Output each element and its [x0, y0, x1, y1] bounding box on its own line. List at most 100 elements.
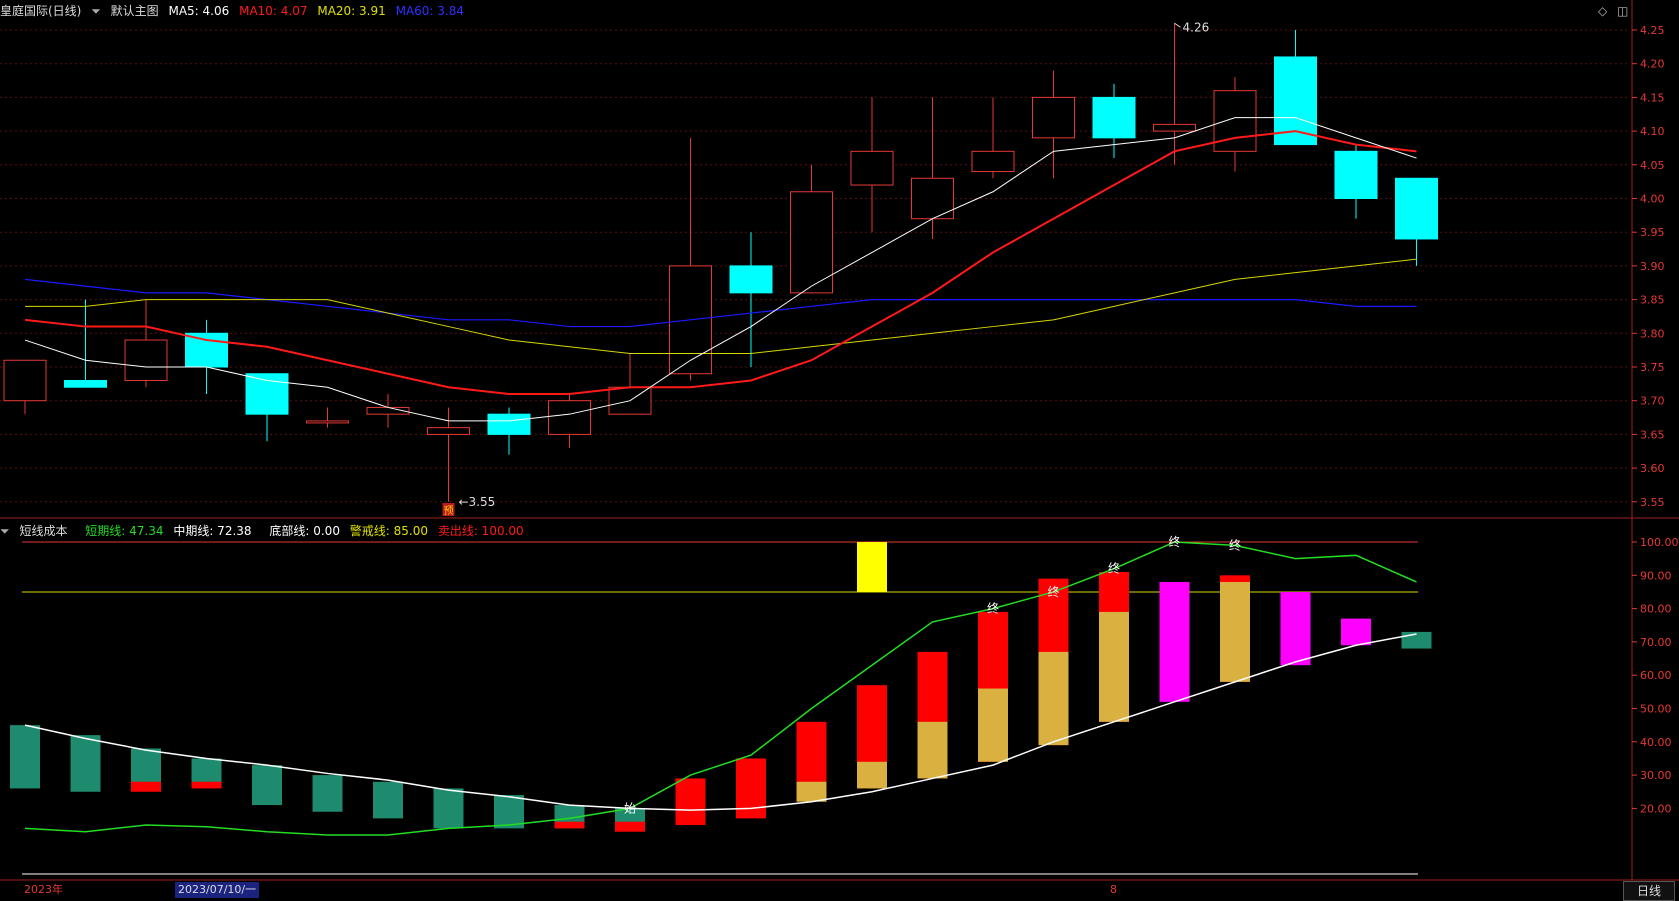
candlestick [1274, 30, 1317, 146]
candlestick [850, 97, 894, 233]
stock-title[interactable]: 皇庭国际(日线) [0, 4, 81, 18]
low-price-annotation: ←3.55 [459, 495, 496, 509]
price-tick-label: 3.55 [1640, 496, 1665, 509]
period-tab-daily[interactable]: 日线 [1623, 881, 1675, 901]
indicator-tick-label: 20.00 [1640, 802, 1672, 815]
indicator-tick-label: 40.00 [1640, 736, 1672, 749]
ma20-line [25, 258, 1417, 355]
candlestick [790, 164, 833, 294]
indicator-menu-icon[interactable]: ⏷ [0, 524, 10, 538]
template-label[interactable]: 默认主图 [111, 4, 159, 18]
cost-bar-overlay [1220, 581, 1250, 682]
indicator-tick-label: 90.00 [1640, 569, 1672, 582]
signal-marker: 终 [1108, 561, 1120, 576]
chart-canvas[interactable]: 4.25 4.20 4.15 4.10 4.05 4.00 3.95 3.90 3.85 3.80… [0, 0, 1679, 901]
cost-bar [191, 758, 222, 786]
cost-bar-overlay [796, 781, 827, 802]
indicator-tick-label: 70.00 [1640, 636, 1672, 649]
indicator-tick-label: 100.00 [1640, 536, 1679, 549]
pre-marker-label: 预 [444, 505, 454, 517]
candle-body-down [1092, 96, 1136, 139]
window-toggle-icon[interactable]: ◫ [1617, 4, 1628, 18]
main-chart-header: 皇庭国际(日线) ⏷ 默认主图 MA5: 4.06 MA10: 4.07 MA2… [0, 1, 470, 21]
warn-signal-block [857, 542, 887, 592]
cost-bar-overlay [978, 688, 1008, 762]
candlestick [185, 319, 228, 394]
price-tick-label: 3.65 [1640, 428, 1665, 441]
candlestick [1395, 177, 1438, 266]
candlestick [124, 299, 168, 388]
candlestick [1092, 83, 1136, 159]
cost-bar [1280, 591, 1311, 666]
cost-bar-overlay [554, 821, 585, 829]
candlestick [306, 407, 349, 428]
price-tick-label: 3.75 [1640, 361, 1665, 374]
candlestick [3, 359, 47, 415]
candle-body-up [1213, 90, 1257, 152]
candle-body-up [124, 339, 168, 381]
candle-body-down [487, 413, 531, 435]
cost-bar [131, 748, 161, 786]
candle-body-up [306, 420, 349, 424]
indicator-tick-label: 30.00 [1640, 769, 1672, 782]
candle-body-up [1032, 96, 1075, 139]
cost-bar [312, 775, 343, 812]
candlestick [1032, 70, 1075, 179]
cost-bar-overlay [917, 721, 948, 779]
cost-bar-overlay [191, 781, 222, 789]
candlestick [1153, 23, 1196, 165]
candle-body-up [850, 150, 894, 186]
candle-body-down [1334, 150, 1378, 200]
ma20-label: MA20: 3.91 [317, 4, 386, 18]
candle-body-up [971, 150, 1015, 173]
price-tick-label: 4.25 [1640, 24, 1665, 37]
candle-body-up [3, 359, 47, 402]
candlestick [548, 393, 591, 448]
candlestick [427, 407, 470, 502]
cost-bar [796, 721, 827, 792]
candlestick [1334, 144, 1378, 219]
price-tick-label: 4.10 [1640, 125, 1665, 138]
short-term-line [24, 541, 1417, 836]
warn-line-label: 警戒线: 85.00 [349, 524, 428, 538]
cost-bar [1159, 581, 1190, 702]
sell-line-label: 卖出线: 100.00 [437, 524, 524, 538]
ma10-line [24, 130, 1417, 395]
price-tick-label: 3.60 [1640, 462, 1665, 475]
candlestick [971, 97, 1015, 179]
diamond-icon[interactable]: ◇ [1598, 4, 1607, 18]
stock-chart-window: 4.25 4.20 4.15 4.10 4.05 4.00 3.95 3.90 3.85 3.80… [0, 0, 1679, 901]
candlestick [669, 137, 712, 381]
high-price-annotation: 4.26 [1183, 20, 1210, 34]
cost-bar [675, 778, 706, 826]
candle-body-down [64, 379, 107, 388]
signal-marker: 终 [1169, 534, 1181, 549]
cost-bar-overlay [1099, 611, 1129, 722]
price-tick-label: 3.95 [1640, 226, 1665, 239]
candlestick [245, 373, 289, 442]
candlestick [487, 407, 531, 455]
price-tick-label: 4.05 [1640, 159, 1665, 172]
candlestick [64, 299, 107, 388]
ma10-label: MA10: 4.07 [239, 4, 308, 18]
year-label: 2023年 [24, 883, 63, 896]
mid-line-label: 中期线: 72.38 [173, 524, 252, 538]
price-tick-label: 4.00 [1640, 193, 1665, 206]
candle-body-down [729, 265, 773, 294]
mid-term-line [24, 633, 1417, 811]
indicator-header: ⏷ 短线成本 短期线: 47.34 中期线: 72.38 底部线: 0.00 警… [0, 521, 530, 541]
cost-bar [373, 781, 403, 819]
cost-bar [1341, 618, 1371, 646]
bottom-line-label: 底部线: 0.00 [269, 524, 340, 538]
price-tick-label: 4.15 [1640, 91, 1665, 104]
ma60-label: MA60: 3.84 [395, 4, 465, 18]
month-label: 8 [1110, 883, 1117, 896]
indicator-tick-label: 80.00 [1640, 603, 1672, 616]
price-tick-label: 3.85 [1640, 294, 1665, 307]
candlestick [608, 353, 652, 415]
indicator-name[interactable]: 短线成本 [19, 524, 67, 538]
candlestick [1213, 77, 1257, 172]
template-dropdown-icon[interactable]: ⏷ [91, 4, 101, 18]
signal-marker: 终 [1229, 537, 1241, 552]
cost-bar [70, 735, 101, 792]
